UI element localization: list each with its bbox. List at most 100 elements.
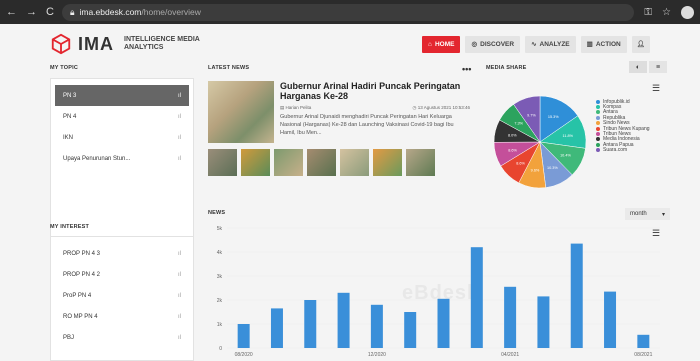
- legend-swatch: [596, 105, 600, 110]
- bar[interactable]: [304, 300, 317, 348]
- address-bar[interactable]: 🔒︎ ima.ebdesk.com/home/overview: [61, 3, 635, 21]
- news-meta: ▤ Harian Pelita ◷ 13 Agustus 2021 10:53:…: [280, 105, 470, 111]
- topic-item[interactable]: PN 4 ıl: [55, 106, 189, 127]
- chevron-down-icon: ▾: [661, 211, 665, 218]
- nav-discover-button[interactable]: ◎ DISCOVER: [465, 35, 521, 53]
- topic-item[interactable]: Upaya Penurunan Stun... ıl: [55, 148, 189, 169]
- bar[interactable]: [637, 334, 650, 348]
- pie-slice-label: 7.3%: [514, 122, 523, 126]
- news-chart-label: NEWS: [208, 210, 226, 216]
- legend-swatch: [596, 115, 600, 120]
- reload-icon[interactable]: C: [46, 6, 54, 18]
- news-thumbnail[interactable]: [208, 149, 237, 176]
- legend-swatch: [596, 132, 600, 137]
- bar-chart-icon[interactable]: ıl: [178, 314, 181, 320]
- bar-chart-icon[interactable]: ıl: [178, 335, 181, 341]
- bar[interactable]: [504, 286, 517, 348]
- news-timestamp-text: 13 Agustus 2021 10:53:46: [417, 105, 470, 110]
- news-thumbnail[interactable]: [274, 149, 303, 176]
- interest-item[interactable]: PBJ ıl: [55, 327, 189, 348]
- bar[interactable]: [537, 296, 550, 348]
- news-thumbnail[interactable]: [241, 149, 270, 176]
- profile-avatar[interactable]: [681, 5, 694, 19]
- bar-chart-icon[interactable]: ıl: [178, 114, 181, 120]
- interest-item[interactable]: PROP PN 4 3 ıl: [55, 243, 189, 264]
- pie-slice-label: 10.3%: [547, 166, 558, 170]
- interest-item[interactable]: RO MP PN 4 ıl: [55, 306, 189, 327]
- key-icon[interactable]: ⚿: [644, 7, 652, 18]
- bar[interactable]: [337, 292, 350, 348]
- back-icon[interactable]: ←: [6, 6, 17, 18]
- logo[interactable]: IMA INTELLIGENCE MEDIA ANALYTICS: [50, 33, 204, 55]
- compass-icon: ◎: [471, 41, 478, 48]
- logo-subtitle-line-1: INTELLIGENCE MEDIA: [124, 36, 200, 43]
- topic-label: Upaya Penurunan Stun...: [63, 155, 131, 162]
- browser-chrome: ← → C 🔒︎ ima.ebdesk.com/home/overview ⚿ …: [0, 0, 700, 24]
- topic-label: PN 3: [63, 92, 77, 99]
- star-icon[interactable]: ☆: [662, 7, 671, 18]
- x-tick-label: 08/2020: [235, 352, 253, 358]
- pie-slice-label: 9.6%: [531, 169, 540, 173]
- legend-label: Suara.com: [603, 147, 628, 154]
- menu-icon[interactable]: ☰: [652, 83, 662, 93]
- bar-chart-icon[interactable]: ıl: [178, 272, 181, 278]
- y-tick-label: 3k: [217, 274, 223, 280]
- url-path: /home/overview: [141, 7, 201, 17]
- bar[interactable]: [604, 291, 617, 348]
- nav-home-button[interactable]: ⌂ HOME: [422, 35, 461, 53]
- my-topic-panel: PN 3 ıl PN 4 ıl IKN ıl Upaya Penurunan Stun…: [50, 78, 194, 246]
- legend-swatch: [596, 126, 600, 131]
- interest-item[interactable]: PROP PN 4 2 ıl: [55, 264, 189, 285]
- list-view-tab[interactable]: ≡: [649, 61, 667, 73]
- bar-chart-icon[interactable]: ıl: [178, 251, 181, 257]
- analyze-icon: ∿: [531, 41, 537, 48]
- forward-icon[interactable]: →: [26, 6, 37, 18]
- bar[interactable]: [237, 324, 250, 348]
- pie-slice-label: 15.3%: [548, 115, 559, 119]
- nav-analyze-label: ANALYZE: [539, 40, 570, 48]
- topic-item[interactable]: IKN ıl: [55, 127, 189, 148]
- bar[interactable]: [570, 243, 583, 348]
- nav-analyze-button[interactable]: ∿ ANALYZE: [525, 35, 576, 53]
- y-tick-label: 1k: [217, 322, 223, 328]
- pie-view-tab[interactable]: ◐: [629, 61, 647, 73]
- media-share-pie-chart: 15.3% 11.8% 10.4% 10.3% 9.6% 8.6% 8.6% 8.0% 7.3%…: [493, 95, 587, 189]
- bar-chart-icon[interactable]: ıl: [178, 293, 181, 299]
- user-menu-button[interactable]: 👤︎: [631, 35, 650, 53]
- news-thumbnail[interactable]: [307, 149, 336, 176]
- interest-label: ProP PN 4: [63, 292, 92, 299]
- nav-discover-label: DISCOVER: [480, 40, 515, 48]
- legend-item[interactable]: Suara.com: [596, 147, 650, 154]
- news-main-image[interactable]: [208, 81, 274, 143]
- pie-slice-label: 9.7%: [527, 113, 536, 117]
- interest-label: PROP PN 4 3: [63, 250, 100, 257]
- bar-chart-icon[interactable]: ıl: [178, 135, 181, 141]
- news-bar-chart: 0 1k 2k 3k 4k 5k 08/2020 12/2020 04/2021 08/2021: [217, 226, 660, 358]
- bar-chart-icon[interactable]: ıl: [178, 93, 181, 99]
- my-interest-panel: PROP PN 4 3 ıl PROP PN 4 2 ıl ProP PN 4 ıl …: [50, 236, 194, 361]
- news-source-text: Harian Pelita: [285, 105, 312, 110]
- news-thumbnail[interactable]: [373, 149, 402, 176]
- logo-subtitle-line-2: ANALYTICS: [124, 44, 164, 51]
- y-tick-label: 4k: [217, 250, 223, 256]
- y-tick-label: 2k: [217, 298, 223, 304]
- bar[interactable]: [270, 308, 283, 348]
- news-title[interactable]: Gubernur Arinal Hadiri Puncak Peringatan…: [280, 81, 475, 101]
- bar[interactable]: [370, 304, 383, 348]
- more-options-icon[interactable]: •••: [462, 64, 471, 74]
- legend-swatch: [596, 148, 600, 153]
- topic-item[interactable]: PN 3 ıl: [55, 85, 189, 106]
- bar-chart-icon[interactable]: ıl: [178, 156, 181, 162]
- bar[interactable]: [404, 312, 417, 348]
- lock-icon: 🔒︎: [69, 6, 75, 17]
- nav-action-button[interactable]: ▥ ACTION: [580, 35, 627, 53]
- period-select[interactable]: month ▾: [625, 208, 670, 220]
- bar[interactable]: [470, 247, 483, 348]
- news-thumbnail[interactable]: [340, 149, 369, 176]
- interest-label: RO MP PN 4: [63, 313, 98, 320]
- news-thumbnail[interactable]: [406, 149, 435, 176]
- cube-logo-icon: [51, 33, 71, 55]
- legend-swatch: [596, 142, 600, 147]
- bar[interactable]: [437, 298, 450, 348]
- interest-item[interactable]: ProP PN 4 ıl: [55, 285, 189, 306]
